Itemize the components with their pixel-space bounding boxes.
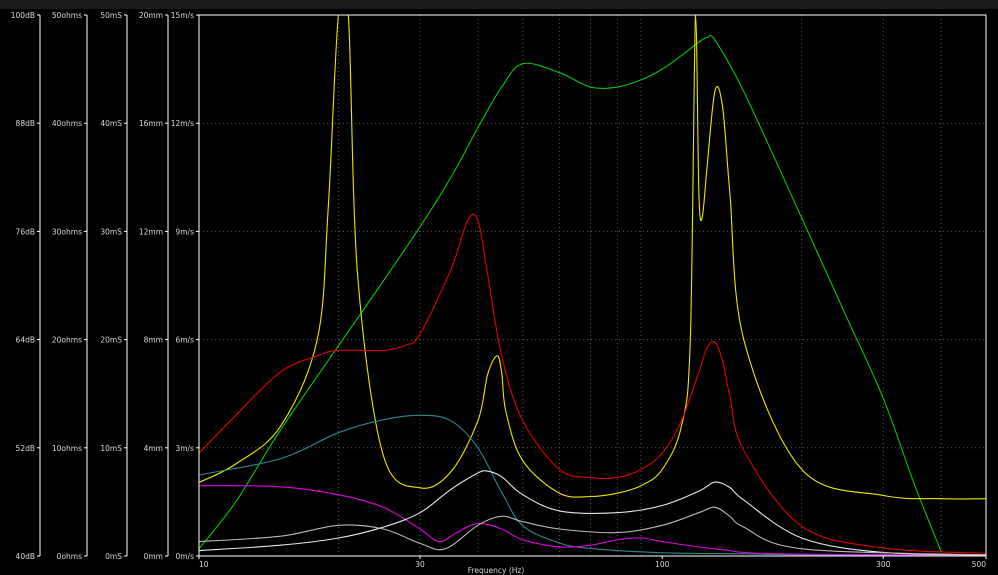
series-line-3 <box>198 213 987 554</box>
y-tick-label: 20mS <box>100 336 122 345</box>
y-tick-label: 4mm <box>144 444 163 453</box>
y-tick-label: 40dB <box>16 552 35 561</box>
series-lines <box>198 14 987 557</box>
y-tick-label: 20mm <box>139 11 163 20</box>
y-tick-label: 3m/s <box>175 444 194 453</box>
y-tick-label: 30mS <box>100 227 122 236</box>
x-tick-labels: 10 30 100 300 500 <box>198 556 987 569</box>
y-tick-label: 76dB <box>16 227 35 236</box>
y-tick-label: 15m/s <box>171 11 194 20</box>
y-tick-label: 0mS <box>105 552 122 561</box>
y-tick-label: 88dB <box>16 119 35 128</box>
y-tick-label: 40mS <box>100 119 122 128</box>
x-tick-label: 500 <box>972 560 987 569</box>
y-tick-label: 100dB <box>11 11 35 20</box>
series-line-6 <box>198 470 987 556</box>
x-tick-label: 300 <box>876 560 891 569</box>
y-tick-label: 16mm <box>139 119 163 128</box>
y-tick-label: 0mm <box>144 552 163 561</box>
y-tick-label: 0m/s <box>175 552 194 561</box>
y-tick-label: 12mm <box>139 227 163 236</box>
y-tick-label: 50ohms <box>52 11 82 20</box>
frequency-response-chart: 40dB 52dB 64dB 76dB 88dB 100dB 0ohms 10ohms 20oh… <box>11 11 987 575</box>
y-tick-label: 40ohms <box>52 119 82 128</box>
grid <box>199 15 986 556</box>
y-tick-label: 6m/s <box>175 336 194 345</box>
x-tick-label: 30 <box>415 560 425 569</box>
y-tick-label: 30ohms <box>52 227 82 236</box>
y-axes: 40dB 52dB 64dB 76dB 88dB 100dB 0ohms 10ohms 20oh… <box>11 11 199 561</box>
y-tick-label: 10mS <box>100 444 122 453</box>
y-tick-label: 12m/s <box>171 119 194 128</box>
y-tick-label: 9m/s <box>175 227 194 236</box>
y-tick-label: 10ohms <box>52 444 82 453</box>
x-tick-label: 100 <box>655 560 670 569</box>
series-line-1 <box>198 34 942 552</box>
x-axis-label: Frequency (Hz) <box>468 566 525 575</box>
series-line-7 <box>198 506 987 556</box>
y-tick-label: 64dB <box>16 336 35 345</box>
y-tick-label: 20ohms <box>52 336 82 345</box>
plot-frame <box>198 14 987 557</box>
x-tick-label: 10 <box>199 560 209 569</box>
y-tick-label: 50mS <box>100 11 122 20</box>
series-line-4 <box>198 414 987 557</box>
y-tick-label: 0ohms <box>57 552 82 561</box>
y-tick-label: 8mm <box>144 336 163 345</box>
y-tick-label: 52dB <box>16 444 35 453</box>
